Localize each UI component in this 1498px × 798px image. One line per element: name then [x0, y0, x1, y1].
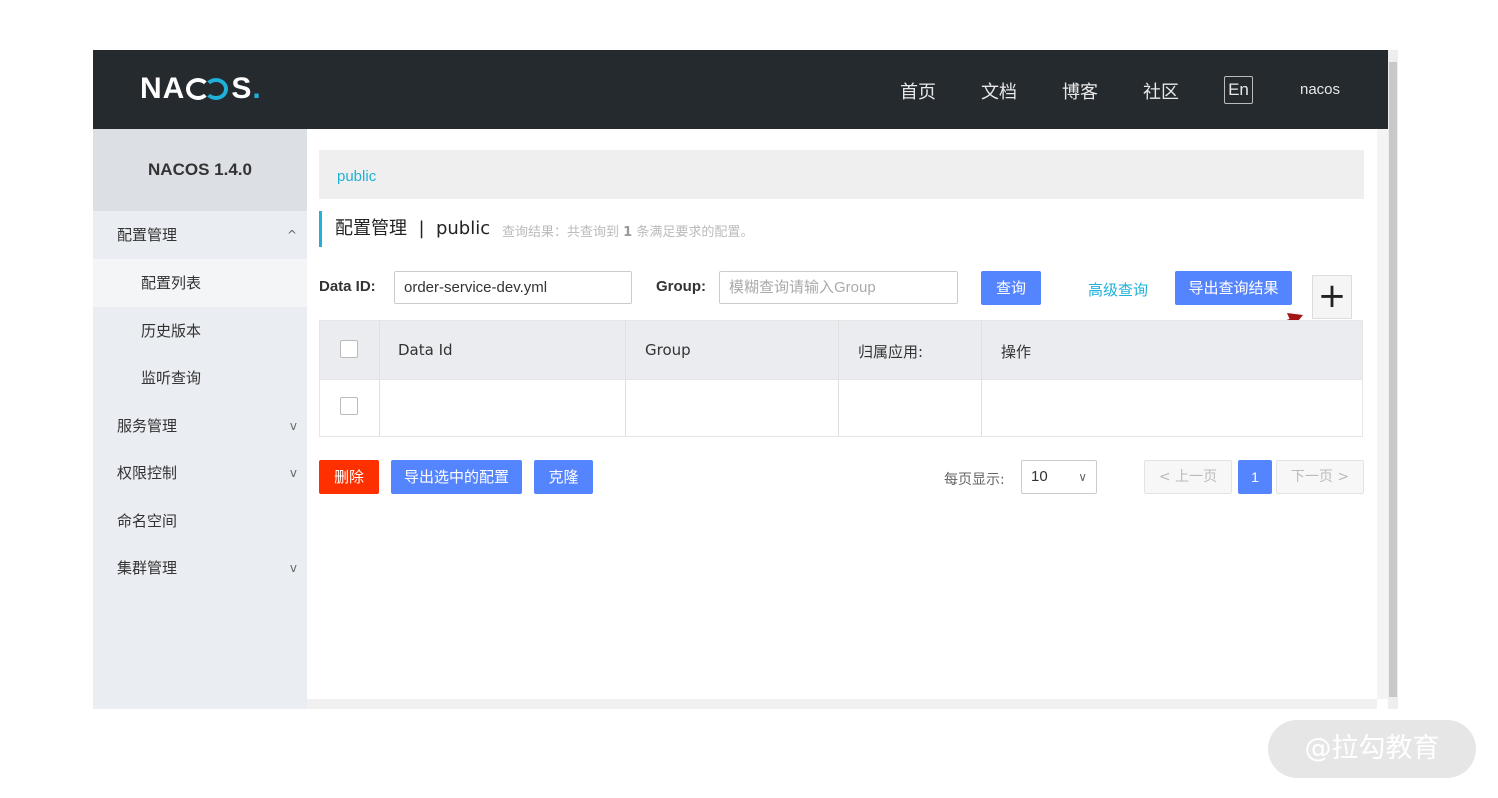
- nacos-logo[interactable]: NA S.: [140, 72, 262, 106]
- prev-page-button[interactable]: < 上一页: [1144, 460, 1232, 494]
- chevron-right-icon: >: [1337, 469, 1350, 485]
- sidebar-item-label: 服务管理: [117, 417, 178, 435]
- table-row: [320, 379, 1362, 436]
- delete-button[interactable]: 删除: [319, 460, 379, 494]
- page-size-select[interactable]: 10 ∨: [1021, 460, 1097, 494]
- header-cell-data-id: Data Id: [380, 321, 626, 379]
- sidebar: NACOS 1.4.0 配置管理 ^ 配置列表 历史版本 监听查询 服务管理 v…: [93, 129, 307, 709]
- export-query-results-button[interactable]: 导出查询结果: [1175, 271, 1292, 305]
- add-config-button[interactable]: +: [1312, 275, 1352, 319]
- advanced-query-link[interactable]: 高级查询: [1088, 279, 1148, 300]
- sidebar-item-config-list[interactable]: 配置列表: [93, 259, 307, 307]
- column-header-data-id: Data Id: [398, 341, 453, 359]
- config-table: Data Id Group 归属应用: 操作: [319, 320, 1363, 437]
- nav-community[interactable]: 社区: [1143, 78, 1179, 104]
- logo-rings-icon: [186, 78, 230, 100]
- browser-window: NA S. 首页 文档 博客 社区 En nacos NACOS 1.4.0 配置…: [93, 50, 1398, 709]
- main-content: public 配置管理 | public 查询结果：共查询到 1 条满足要求的配…: [307, 129, 1377, 699]
- sidebar-item-listener-query[interactable]: 监听查询: [93, 354, 307, 402]
- row-cell-operations: [982, 380, 1362, 436]
- user-menu[interactable]: nacos: [1300, 81, 1340, 98]
- chevron-up-icon: ^: [286, 228, 297, 242]
- sidebar-item-history[interactable]: 历史版本: [93, 307, 307, 355]
- sidebar-item-service-management[interactable]: 服务管理 v: [93, 402, 307, 450]
- header-cell-select: [320, 321, 380, 379]
- sidebar-item-label: 监听查询: [141, 369, 202, 387]
- page-size-label: 每页显示:: [944, 472, 1005, 488]
- column-header-app: 归属应用:: [858, 343, 924, 361]
- chevron-down-icon: v: [289, 419, 297, 433]
- header-cell-operations: 操作: [982, 321, 1362, 379]
- nav-docs[interactable]: 文档: [981, 78, 1017, 104]
- header-cell-group: Group: [626, 321, 839, 379]
- sidebar-item-label: 配置管理: [117, 226, 178, 244]
- result-hint-prefix: 查询结果：共查询到: [502, 225, 620, 240]
- sidebar-item-label: 命名空间: [117, 512, 178, 530]
- namespace-public-link[interactable]: public: [337, 168, 376, 185]
- select-all-checkbox[interactable]: [340, 340, 358, 358]
- search-button[interactable]: 查询: [981, 271, 1041, 305]
- page-header: 配置管理 | public 查询结果：共查询到 1 条满足要求的配置。: [319, 211, 753, 247]
- row-checkbox[interactable]: [340, 397, 358, 415]
- row-cell-data-id: [380, 380, 626, 436]
- chevron-down-icon: ∨: [1078, 470, 1087, 484]
- current-page-button[interactable]: 1: [1238, 460, 1272, 494]
- nav-blog[interactable]: 博客: [1062, 78, 1098, 104]
- language-toggle-button[interactable]: En: [1224, 76, 1253, 104]
- nav-home[interactable]: 首页: [900, 78, 936, 104]
- sidebar-version-title: NACOS 1.4.0: [93, 129, 307, 211]
- result-count: 1: [623, 225, 633, 240]
- row-cell-select: [320, 380, 380, 436]
- chevron-left-icon: <: [1158, 469, 1171, 485]
- chevron-down-icon: v: [289, 466, 297, 480]
- sidebar-item-label: 权限控制: [117, 464, 178, 482]
- clone-button[interactable]: 克隆: [534, 460, 593, 494]
- prev-page-label: 上一页: [1175, 469, 1218, 485]
- chevron-down-icon: v: [289, 561, 297, 575]
- sidebar-item-label: 历史版本: [141, 322, 202, 340]
- sidebar-item-label: 集群管理: [117, 559, 178, 577]
- result-hint: 查询结果：共查询到 1 条满足要求的配置。: [502, 221, 902, 240]
- group-input[interactable]: [719, 271, 958, 304]
- table-header: Data Id Group 归属应用: 操作: [320, 321, 1362, 379]
- page-size-value: 10: [1031, 468, 1048, 485]
- top-nav-bar: NA S. 首页 文档 博客 社区 En nacos: [93, 50, 1388, 129]
- scrollbar-thumb[interactable]: [1389, 62, 1397, 697]
- next-page-label: 下一页: [1290, 469, 1333, 485]
- export-selected-button[interactable]: 导出选中的配置: [391, 460, 522, 494]
- header-cell-app: 归属应用:: [839, 321, 982, 379]
- group-label: Group:: [656, 278, 706, 295]
- data-id-input[interactable]: [394, 271, 632, 304]
- sidebar-item-label: 配置列表: [141, 274, 202, 292]
- column-header-operations: 操作: [1001, 343, 1032, 361]
- result-hint-suffix: 条满足要求的配置。: [636, 225, 754, 240]
- column-header-group: Group: [645, 341, 691, 359]
- content-vertical-scrollbar[interactable]: [1377, 129, 1388, 699]
- row-cell-group: [626, 380, 839, 436]
- window-vertical-scrollbar[interactable]: [1388, 50, 1398, 709]
- sidebar-item-access-control[interactable]: 权限控制 v: [93, 449, 307, 497]
- horizontal-scrollbar[interactable]: [307, 699, 1377, 709]
- sidebar-item-cluster-management[interactable]: 集群管理 v: [93, 544, 307, 592]
- page-title: 配置管理 | public: [335, 218, 491, 239]
- data-id-label: Data ID:: [319, 278, 376, 295]
- watermark: @拉勾教育: [1268, 720, 1476, 778]
- row-cell-app: [839, 380, 982, 436]
- namespace-bar: public: [319, 150, 1364, 199]
- next-page-button[interactable]: 下一页 >: [1276, 460, 1364, 494]
- sidebar-item-namespace[interactable]: 命名空间: [93, 497, 307, 545]
- sidebar-item-config-management[interactable]: 配置管理 ^: [93, 211, 307, 259]
